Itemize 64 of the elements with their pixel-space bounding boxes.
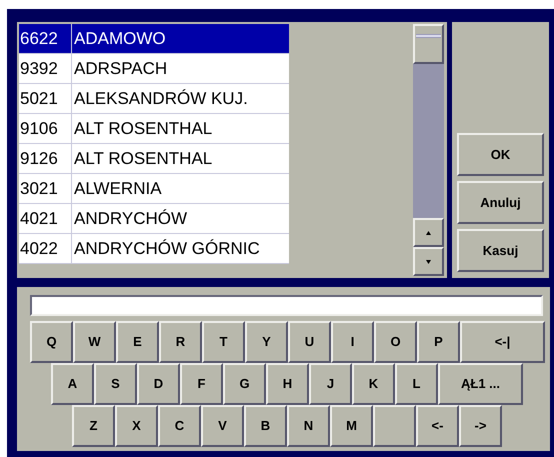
keyboard-key[interactable]: M [330,405,373,447]
name-cell-text: ADAMOWO [73,28,167,50]
list-row[interactable]: 4021 ANDRYCHÓW [19,204,289,234]
list-row[interactable]: 5021 ALEKSANDRÓW KUJ. [19,84,289,114]
code-cell: 9106 [19,114,72,143]
name-cell-text: ALT ROSENTHAL [73,148,214,170]
keyboard-key[interactable]: H [266,363,309,405]
keyboard-key[interactable]: N [287,405,330,447]
keyboard-key[interactable]: A [51,363,94,405]
list-row[interactable]: 9126 ALT ROSENTHAL [19,144,289,174]
down-arrow-icon [426,260,431,264]
scroll-up-button[interactable] [413,218,444,247]
keyboard-key[interactable]: U [288,321,331,363]
keyboard-key[interactable]: E [116,321,159,363]
scroll-down-button[interactable] [413,247,444,276]
name-cell-text: ALWERNIA [73,178,163,200]
keyboard-key[interactable]: J [309,363,352,405]
keyboard-key[interactable]: V [201,405,244,447]
keyboard-key[interactable]: F [180,363,223,405]
keyboard-key[interactable]: P [417,321,460,363]
code-cell: 9126 [19,144,72,173]
keyboard-key[interactable]: I [331,321,374,363]
scrollbar-thumb[interactable] [413,24,444,64]
keyboard-key[interactable]: D [137,363,180,405]
keyboard-key[interactable]: G [223,363,266,405]
keyboard-key[interactable]: L [395,363,438,405]
code-cell: 5021 [19,84,72,113]
code-cell: 4022 [19,234,72,263]
keyboard-key[interactable]: C [158,405,201,447]
keyboard-key[interactable]: B [244,405,287,447]
name-cell-text: ANDRYCHÓW GÓRNIC [73,238,261,260]
keyboard-key[interactable]: W [73,321,116,363]
name-cell-text: ANDRYCHÓW [73,208,188,230]
keyboard-key[interactable]: K [352,363,395,405]
keyboard-key[interactable]: S [94,363,137,405]
code-cell: 6622 [19,24,72,53]
name-cell-text: ALEKSANDRÓW KUJ. [73,88,249,110]
keyboard-key[interactable]: <-| [460,321,545,363]
dialog-button[interactable]: Kasuj [457,229,544,272]
keyboard-key[interactable]: ĄŁ1 ... [438,363,523,405]
list-row[interactable]: 9392 ADRSPACH [19,54,289,84]
keyboard-key[interactable]: O [374,321,417,363]
code-cell: 3021 [19,174,72,203]
keyboard-key[interactable]: R [159,321,202,363]
list-row[interactable]: 6622 ADAMOWO [19,24,289,54]
keyboard-key[interactable]: X [115,405,158,447]
name-cell-text: ADRSPACH [73,58,168,80]
blank-key[interactable] [373,405,416,447]
up-arrow-icon [426,230,431,234]
dialog-button[interactable]: Anuluj [457,181,544,224]
text-input-field[interactable] [30,294,543,316]
dialog-button[interactable]: OK [457,133,544,176]
list-row[interactable]: 4022 ANDRYCHÓW GÓRNIC [19,234,289,264]
code-cell: 9392 [19,54,72,83]
keyboard-key[interactable]: Q [30,321,73,363]
keyboard-key[interactable]: T [202,321,245,363]
keyboard-key[interactable]: Z [72,405,115,447]
keyboard-key[interactable]: Y [245,321,288,363]
keyboard-key[interactable]: -> [459,405,502,447]
keyboard-key[interactable]: <- [416,405,459,447]
list-row[interactable]: 9106 ALT ROSENTHAL [19,114,289,144]
code-cell: 4021 [19,204,72,233]
name-cell-text: ALT ROSENTHAL [73,118,214,140]
list-row[interactable]: 3021 ALWERNIA [19,174,289,204]
